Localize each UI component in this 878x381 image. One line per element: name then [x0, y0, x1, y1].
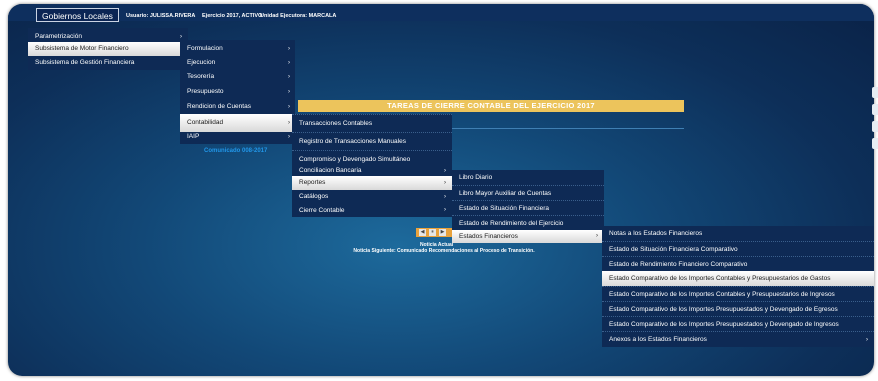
app-window: Gobiernos Locales Usuario: JULISSA.RIVER… — [8, 4, 874, 376]
menu-item-label: Subsistema de Gestión Financiera — [35, 59, 135, 66]
side-tab-2[interactable] — [872, 104, 878, 115]
chevron-right-icon: › — [866, 337, 868, 343]
menu-item-label: IAIP — [187, 133, 200, 140]
brand-button[interactable]: Gobiernos Locales — [36, 8, 119, 22]
menu-item-label: Ejecucion — [187, 59, 216, 66]
menu-item-label: Estados Financieros — [459, 233, 518, 240]
menu-item-label: Cierre Contable — [299, 207, 345, 214]
chevron-right-icon: › — [444, 180, 446, 186]
prev-icon[interactable]: ◀ — [419, 229, 426, 236]
menu-item-label: Tesorería — [187, 73, 215, 80]
menu3-item-transacciones[interactable]: Transacciones Contables — [292, 114, 452, 132]
chevron-right-icon: › — [444, 194, 446, 200]
menu-item-label: Estado Comparativo de los Importes Presu… — [609, 321, 839, 328]
unidad-info: Unidad Ejecutora: MARCALA — [260, 13, 337, 19]
menu2-item-iaip[interactable]: IAIP › — [180, 130, 295, 144]
comunicado-link[interactable]: Comunicado 008-2017 — [204, 148, 267, 154]
menu1-item-motor-financiero[interactable]: Subsistema de Motor Financiero› — [28, 42, 188, 56]
menu4-item-libro-diario[interactable]: Libro Diario — [452, 170, 604, 185]
menu5-item-comparativo-gastos[interactable]: Estado Comparativo de los Importes Conta… — [602, 271, 874, 286]
menu5-item-situacion-comparativo[interactable]: Estado de Situación Financiera Comparati… — [602, 241, 874, 256]
user-info: Usuario: JULISSA.RIVERA — [126, 13, 196, 19]
chevron-right-icon: › — [444, 207, 446, 213]
menu3-item-cierre[interactable]: Cierre Contable › — [292, 204, 452, 217]
noticia-siguiente: Noticia Siguiente: Comunicado Recomendac… — [353, 248, 535, 254]
side-tab-4[interactable] — [872, 138, 878, 149]
menu-item-label: Parametrización — [35, 33, 82, 40]
menu-item-label: Anexos a los Estados Financieros — [609, 336, 707, 343]
menu-level-5: Notas a los Estados Financieros Estado d… — [602, 226, 874, 347]
menu-level-2: Formulacion › Ejecucion › Tesorería › Presu… — [180, 40, 295, 144]
menu3-item-catalogos[interactable]: Catálogos › — [292, 190, 452, 204]
menu-item-label: Reportes — [299, 179, 326, 186]
menu-item-label: Formulacion — [187, 45, 223, 52]
menu5-item-rendimiento-comparativo[interactable]: Estado de Rendimiento Financiero Compara… — [602, 256, 874, 271]
ejercicio-info: Ejercicio 2017, ACTIVO — [202, 13, 263, 19]
menu-item-label: Rendicion de Cuentas — [187, 103, 251, 110]
menu3-item-registro-manuales[interactable]: Registro de Transacciones Manuales — [292, 132, 452, 150]
side-tab-3[interactable] — [872, 121, 878, 132]
menu5-item-devengado-ingresos[interactable]: Estado Comparativo de los Importes Presu… — [602, 316, 874, 331]
menu5-item-devengado-egresos[interactable]: Estado Comparativo de los Importes Presu… — [602, 301, 874, 316]
menu-level-3: Transacciones Contables Registro de Tran… — [292, 114, 452, 217]
menu5-item-anexos[interactable]: Anexos a los Estados Financieros › — [602, 331, 874, 347]
menu-item-label: Transacciones Contables — [299, 120, 373, 127]
menu-item-label: Catálogos — [299, 193, 329, 200]
menu4-item-estados-financieros[interactable]: Estados Financieros › — [452, 230, 604, 243]
menu3-item-reportes[interactable]: Reportes › — [292, 176, 452, 190]
menu4-item-situacion[interactable]: Estado de Situación Financiera — [452, 200, 604, 215]
menu-item-label: Libro Mayor Auxiliar de Cuentas — [459, 190, 552, 197]
menu5-item-notas[interactable]: Notas a los Estados Financieros — [602, 226, 874, 241]
menu-item-label: Estado de Situación Financiera Comparati… — [609, 246, 738, 253]
chevron-right-icon: › — [288, 134, 290, 140]
menu-item-label: Notas a los Estados Financieros — [609, 230, 703, 237]
menu-item-label: Contabilidad — [187, 119, 224, 126]
menu-item-label: Estado de Situación Financiera — [459, 205, 549, 212]
top-bar: Gobiernos Locales Usuario: JULISSA.RIVER… — [8, 4, 874, 22]
menu-level-1: Parametrización › Subsistema de Motor Fin… — [28, 28, 188, 70]
menu-item-label: Estado Comparativo de los Importes Presu… — [609, 306, 838, 313]
cierre-banner: TAREAS DE CIERRE CONTABLE DEL EJERCICIO … — [298, 100, 684, 112]
menu-item-label: Conciliacion Bancaria — [299, 167, 362, 174]
menu-item-label: Estado de Rendimiento del Ejercicio — [459, 220, 564, 227]
menu-item-label: Presupuesto — [187, 88, 224, 95]
menu5-item-comparativo-ingresos[interactable]: Estado Comparativo de los Importes Conta… — [602, 286, 874, 301]
menu-level-4: Libro Diario Libro Mayor Auxiliar de Cue… — [452, 170, 604, 243]
side-tab-1[interactable] — [872, 87, 878, 98]
menu-item-label: Libro Diario — [459, 174, 493, 181]
menu1-item-gestion-financiera[interactable]: Subsistema de Gestión Financiera› — [28, 56, 188, 70]
menu4-item-rendimiento[interactable]: Estado de Rendimiento del Ejercicio — [452, 215, 604, 230]
menu4-item-libro-mayor[interactable]: Libro Mayor Auxiliar de Cuentas — [452, 185, 604, 200]
menu-item-label: Estado de Rendimiento Financiero Compara… — [609, 261, 748, 268]
menu-item-label: Registro de Transacciones Manuales — [299, 138, 406, 145]
menu-item-label: Estado Comparativo de los Importes Conta… — [609, 275, 831, 282]
next-icon[interactable]: ▶ — [439, 229, 446, 236]
menu-item-label: Subsistema de Motor Financiero — [35, 45, 129, 52]
pause-icon[interactable]: ⏸ — [429, 229, 436, 236]
menu-item-label: Estado Comparativo de los Importes Conta… — [609, 291, 835, 298]
chevron-right-icon: › — [596, 233, 598, 239]
